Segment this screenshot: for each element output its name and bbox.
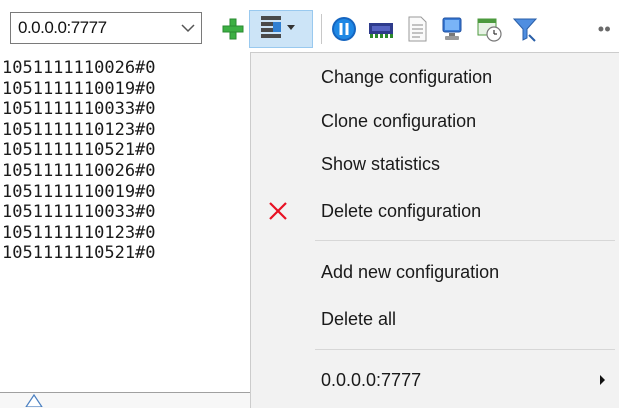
log-line: 1051111110033#0: [2, 202, 156, 223]
menu-item-clone-configuration[interactable]: Clone configuration: [251, 101, 619, 141]
pause-icon[interactable]: [329, 14, 359, 44]
log-text-area[interactable]: 1051111110026#0 1051111110019#0 10511111…: [0, 58, 250, 388]
log-line: 1051111110123#0: [2, 222, 156, 243]
menu-item-label: 0.0.0.0:7777: [321, 369, 422, 390]
network-card-icon[interactable]: [366, 14, 396, 44]
menu-item-show-statistics[interactable]: Show statistics: [251, 144, 619, 184]
application-window: 0.0.0.0:7777 1051111110026#0 10511111100…: [0, 0, 619, 408]
filter-icon[interactable]: [510, 14, 540, 44]
menu-item-add-new-configuration[interactable]: Add new configuration: [251, 252, 619, 292]
overflow-icon[interactable]: [596, 14, 619, 44]
menu-item-label: Add new configuration: [321, 261, 500, 282]
address-combobox-value: 0.0.0.0:7777: [18, 18, 107, 37]
menu-item-address-submenu[interactable]: 0.0.0.0:7777: [251, 360, 619, 400]
log-line: 1051111110521#0: [2, 243, 156, 264]
menu-item-delete-configuration[interactable]: Delete configuration: [251, 191, 619, 231]
log-line: 1051111110026#0: [2, 58, 156, 78]
delete-icon: [263, 196, 293, 226]
configuration-menu-icon: [259, 14, 303, 45]
log-line: 1051111110019#0: [2, 181, 156, 202]
configuration-context-menu: Change configuration Clone configuration…: [250, 52, 619, 408]
chevron-down-icon[interactable]: [175, 13, 201, 43]
toolbar: 0.0.0.0:7777: [0, 0, 619, 58]
menu-item-change-configuration[interactable]: Change configuration: [251, 57, 619, 97]
menu-item-label: Delete all: [321, 308, 397, 329]
menu-item-label: Show statistics: [321, 153, 441, 174]
log-line: 1051111110521#0: [2, 140, 156, 161]
menu-separator: [315, 240, 615, 241]
warning-icon: [25, 393, 43, 407]
menu-item-label: Delete configuration: [321, 200, 482, 221]
log-line: 1051111110026#0: [2, 160, 156, 181]
configuration-menu-button[interactable]: [249, 10, 313, 48]
address-combobox[interactable]: 0.0.0.0:7777: [10, 12, 202, 44]
menu-item-label: Clone configuration: [321, 110, 477, 131]
log-line: 1051111110019#0: [2, 78, 156, 99]
log-line: 1051111110033#0: [2, 99, 156, 120]
submenu-arrow-icon: [600, 375, 605, 385]
log-line: 1051111110123#0: [2, 119, 156, 140]
menu-separator: [315, 349, 615, 350]
computer-icon[interactable]: [438, 14, 468, 44]
add-icon[interactable]: [218, 14, 248, 44]
toolbar-separator: [321, 14, 322, 44]
document-icon[interactable]: [402, 14, 432, 44]
menu-item-label: Change configuration: [321, 66, 493, 87]
schedule-icon[interactable]: [474, 14, 504, 44]
menu-item-delete-all[interactable]: Delete all: [251, 299, 619, 339]
bottom-panel-edge: [0, 392, 250, 408]
